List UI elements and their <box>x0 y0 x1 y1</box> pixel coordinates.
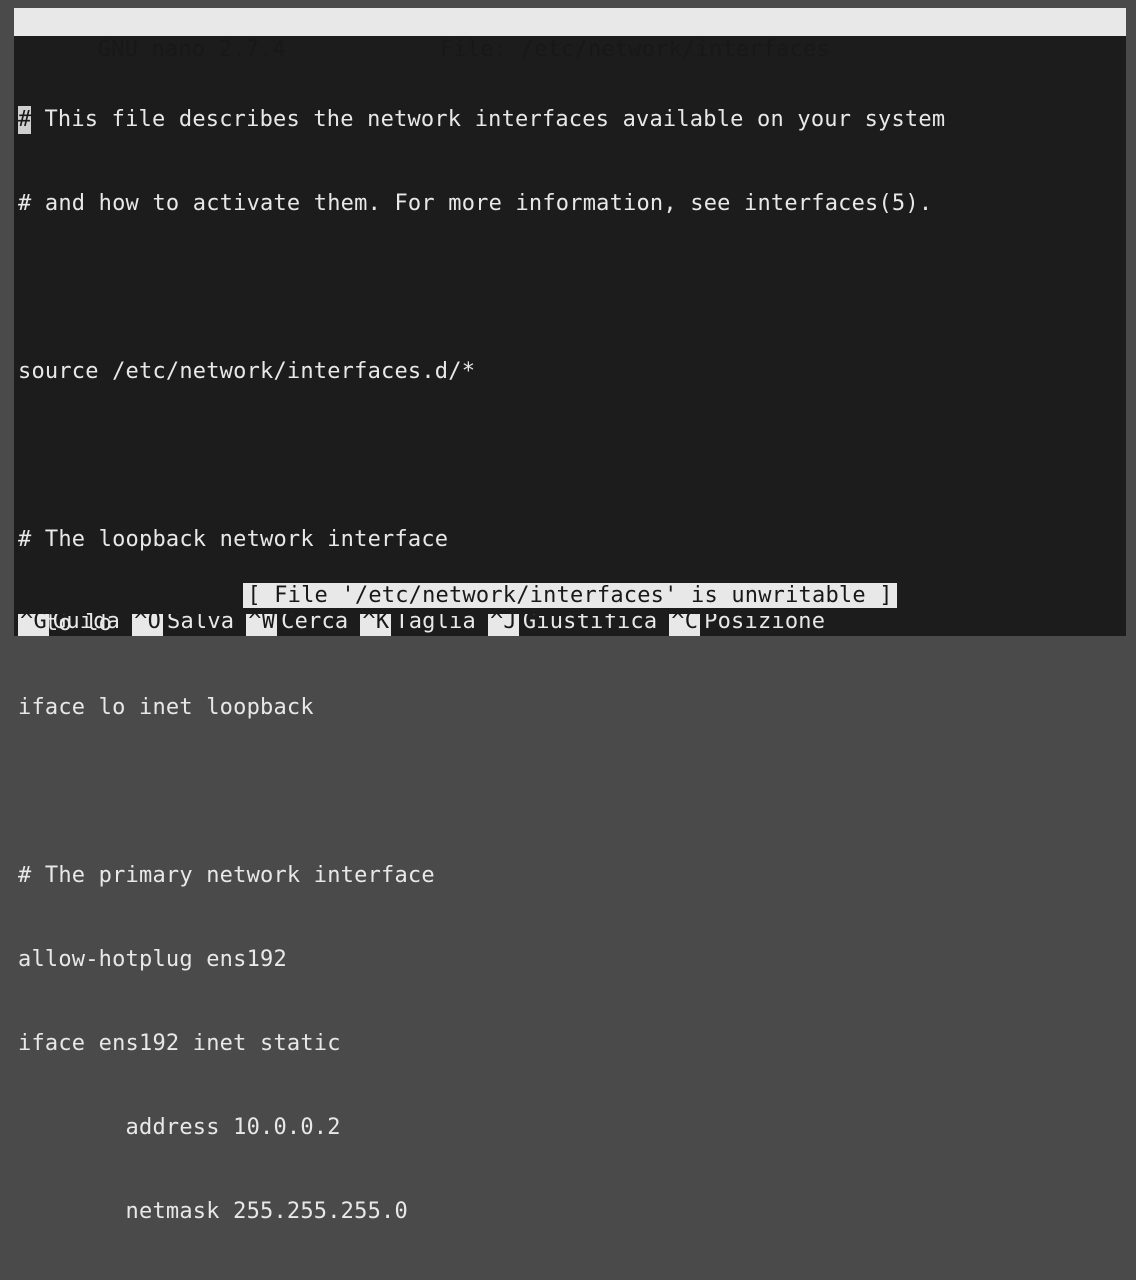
file-line <box>14 442 1126 470</box>
text-cursor: # <box>18 106 31 134</box>
file-line: iface ens192 inet static <box>14 1030 1126 1058</box>
help-key: ^C <box>669 614 700 636</box>
editor-area[interactable]: # This file describes the network interf… <box>14 36 1126 1280</box>
file-line <box>14 778 1126 806</box>
help-key: ^W <box>246 614 277 636</box>
file-line: netmask 255.255.255.0 <box>14 1198 1126 1226</box>
help-key: ^J <box>488 614 519 636</box>
file-line <box>14 274 1126 302</box>
file-path-label: File: /etc/network/interfaces <box>286 37 830 62</box>
help-item-cut[interactable]: ^KTaglia <box>360 614 476 636</box>
help-key: ^O <box>132 614 163 636</box>
help-label: Posizione <box>704 614 825 636</box>
status-bar: [ File '/etc/network/interfaces' is unwr… <box>14 582 1126 610</box>
help-label: Taglia <box>395 614 476 636</box>
status-message: [ File '/etc/network/interfaces' is unwr… <box>243 583 896 608</box>
help-item-guide[interactable]: ^GGuida <box>18 614 120 636</box>
file-line: allow-hotplug ens192 <box>14 946 1126 974</box>
file-line: source /etc/network/interfaces.d/* <box>14 358 1126 386</box>
help-label: Salva <box>167 614 234 636</box>
help-label: Giustifica <box>523 614 657 636</box>
help-key: ^G <box>18 614 49 636</box>
file-line: # and how to activate them. For more inf… <box>14 190 1126 218</box>
file-line: # The loopback network interface <box>14 526 1126 554</box>
help-label: Guida <box>53 614 120 636</box>
help-bar: ^GGuida ^OSalva ^WCerca ^KTaglia ^JGiust… <box>14 614 1126 636</box>
help-item-save[interactable]: ^OSalva <box>132 614 234 636</box>
file-line: address 10.0.0.2 <box>14 1114 1126 1142</box>
file-line: # The primary network interface <box>14 862 1126 890</box>
nano-terminal[interactable]: GNU nano 2.7.4File: /etc/network/interfa… <box>14 8 1126 636</box>
help-item-position[interactable]: ^CPosizione <box>669 614 825 636</box>
nano-titlebar: GNU nano 2.7.4File: /etc/network/interfa… <box>14 8 1126 36</box>
help-key: ^K <box>360 614 391 636</box>
help-item-justify[interactable]: ^JGiustifica <box>488 614 657 636</box>
help-label: Cerca <box>281 614 348 636</box>
help-item-search[interactable]: ^WCerca <box>246 614 348 636</box>
file-line: # This file describes the network interf… <box>14 106 1126 134</box>
app-name: GNU nano 2.7.4 <box>68 37 286 62</box>
file-line: iface lo inet loopback <box>14 694 1126 722</box>
